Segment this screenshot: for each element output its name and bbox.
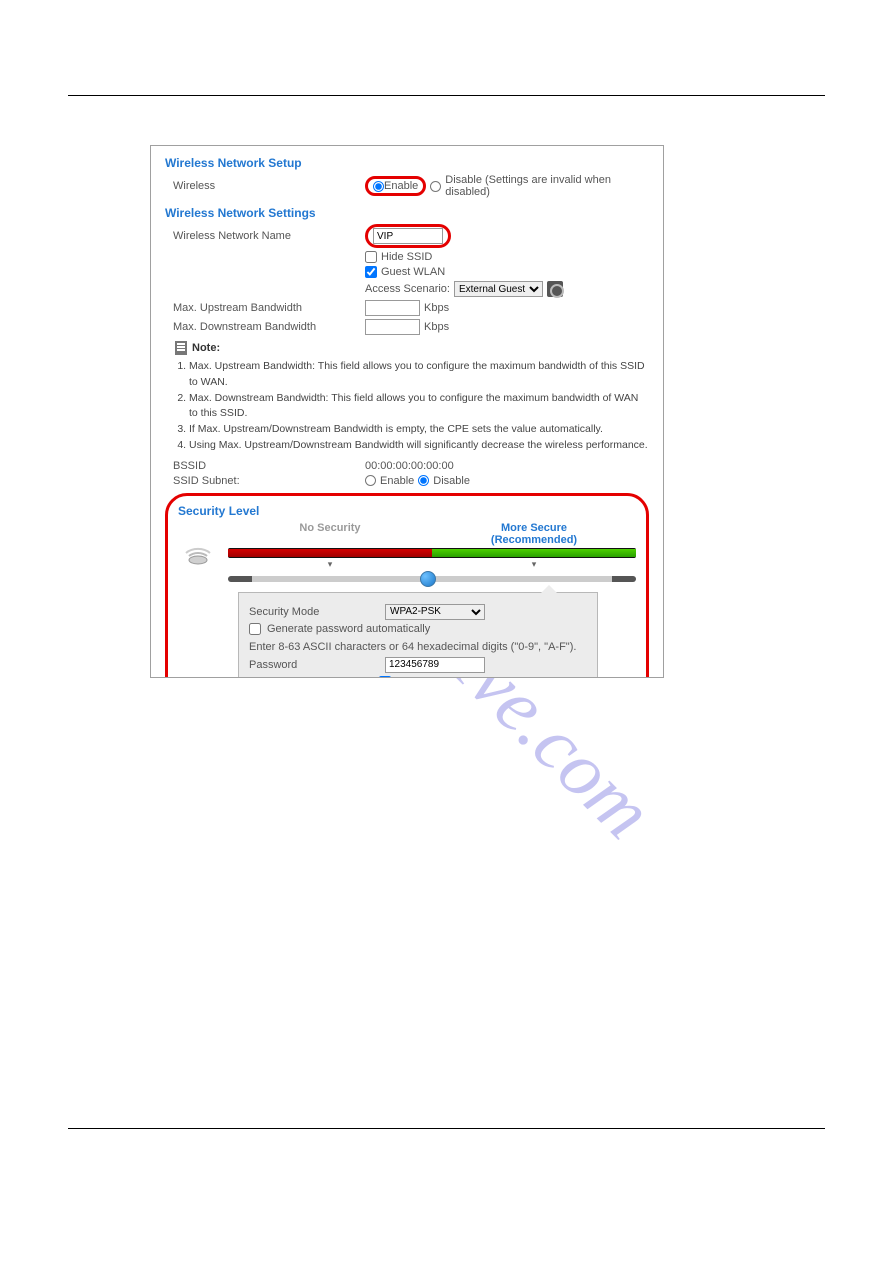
radio-wireless-disable[interactable] bbox=[430, 181, 441, 192]
note-header: Note: bbox=[175, 341, 649, 355]
label-password-unmask: password unmask bbox=[397, 676, 486, 678]
label-no-security: No Security bbox=[228, 522, 432, 546]
label-hide-ssid: Hide SSID bbox=[381, 251, 432, 263]
note-item-3: If Max. Upstream/Downstream Bandwidth is… bbox=[189, 422, 649, 438]
section-title-settings: Wireless Network Settings bbox=[165, 206, 649, 220]
note-icon bbox=[175, 341, 187, 355]
label-password: Password bbox=[249, 659, 379, 671]
input-upstream[interactable] bbox=[365, 300, 420, 316]
password-hint: Enter 8-63 ASCII characters or 64 hexade… bbox=[249, 641, 587, 653]
checkbox-password-unmask[interactable] bbox=[379, 676, 391, 678]
page-bottom-rule bbox=[68, 1128, 825, 1129]
note-item-1: Max. Upstream Bandwidth: This field allo… bbox=[189, 359, 649, 391]
input-password[interactable] bbox=[385, 657, 485, 673]
label-guest-wlan: Guest WLAN bbox=[381, 266, 445, 278]
row-ssid-subnet: SSID Subnet: Enable Disable bbox=[165, 475, 649, 487]
label-bssid: BSSID bbox=[165, 460, 365, 472]
highlight-enable: Enable bbox=[365, 176, 426, 196]
select-access-scenario[interactable]: External Guest bbox=[454, 281, 543, 297]
section-title-setup: Wireless Network Setup bbox=[165, 156, 649, 170]
security-detail-box: Security Mode WPA2-PSK Generate password… bbox=[238, 592, 598, 678]
label-access-scenario: Access Scenario: bbox=[365, 283, 450, 295]
label-ssid-subnet: SSID Subnet: bbox=[165, 475, 365, 487]
wifi-icon bbox=[178, 539, 218, 565]
label-upstream: Max. Upstream Bandwidth bbox=[165, 302, 365, 314]
radio-wireless-enable[interactable] bbox=[373, 181, 384, 192]
radio-label-disable: Disable (Settings are invalid when disab… bbox=[445, 174, 649, 198]
router-config-screenshot: Wireless Network Setup Wireless Enable D… bbox=[150, 145, 664, 678]
label-network-name: Wireless Network Name bbox=[165, 230, 365, 242]
note-title: Note: bbox=[192, 342, 220, 354]
radio-subnet-disable[interactable] bbox=[418, 475, 429, 486]
label-gen-password: Generate password automatically bbox=[267, 623, 430, 635]
label-downstream: Max. Downstream Bandwidth bbox=[165, 321, 365, 333]
row-wireless-toggle: Wireless Enable Disable (Settings are in… bbox=[165, 174, 649, 198]
unit-upstream: Kbps bbox=[424, 302, 449, 314]
security-scale: No Security More Secure (Recommended) ▾▾ bbox=[228, 522, 636, 582]
label-subnet-enable: Enable bbox=[380, 475, 414, 487]
row-upstream: Max. Upstream Bandwidth Kbps bbox=[165, 300, 649, 316]
radio-label-enable: Enable bbox=[384, 180, 418, 192]
label-security-mode: Security Mode bbox=[249, 606, 379, 618]
settings-icon[interactable] bbox=[547, 281, 563, 297]
input-network-name[interactable] bbox=[373, 228, 443, 244]
security-slider[interactable] bbox=[228, 576, 636, 582]
note-item-2: Max. Downstream Bandwidth: This field al… bbox=[189, 391, 649, 423]
security-bar bbox=[228, 548, 636, 558]
input-downstream[interactable] bbox=[365, 319, 420, 335]
section-title-security: Security Level bbox=[178, 504, 636, 518]
note-item-4: Using Max. Upstream/Downstream Bandwidth… bbox=[189, 438, 649, 454]
value-bssid: 00:00:00:00:00:00 bbox=[365, 460, 454, 472]
checkbox-guest-wlan[interactable] bbox=[365, 266, 377, 278]
security-panel-highlight: Security Level No Security More Secure (… bbox=[165, 493, 649, 679]
radio-subnet-enable[interactable] bbox=[365, 475, 376, 486]
row-downstream: Max. Downstream Bandwidth Kbps bbox=[165, 319, 649, 335]
checkbox-gen-password[interactable] bbox=[249, 623, 261, 635]
note-list: Max. Upstream Bandwidth: This field allo… bbox=[165, 359, 649, 454]
page-top-rule bbox=[68, 95, 825, 96]
select-security-mode[interactable]: WPA2-PSK bbox=[385, 604, 485, 620]
row-bssid: BSSID 00:00:00:00:00:00 bbox=[165, 460, 649, 472]
unit-downstream: Kbps bbox=[424, 321, 449, 333]
checkbox-hide-ssid[interactable] bbox=[365, 251, 377, 263]
label-more-secure: More Secure (Recommended) bbox=[432, 522, 636, 546]
row-network-name: Wireless Network Name bbox=[165, 224, 649, 248]
label-wireless: Wireless bbox=[165, 180, 365, 192]
highlight-name-input bbox=[365, 224, 451, 248]
label-subnet-disable: Disable bbox=[433, 475, 470, 487]
slider-knob[interactable] bbox=[420, 571, 436, 587]
